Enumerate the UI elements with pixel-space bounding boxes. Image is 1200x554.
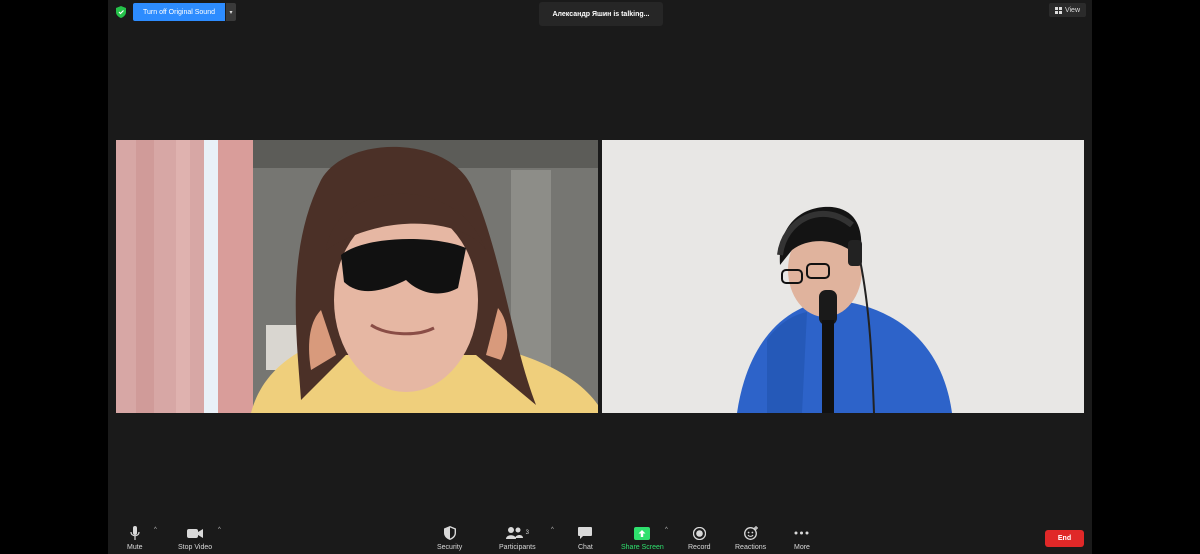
reactions-label: Reactions [735,544,767,551]
participant-video-tile-2[interactable] [602,140,1084,413]
chevron-down-icon: ▾ [229,9,233,16]
reactions-button[interactable]: Reactions [735,524,766,551]
stop-video-button[interactable]: Stop Video [178,524,212,551]
stop-video-label: Stop Video [178,544,213,551]
more-label: More [794,544,810,551]
record-label: Record [688,544,711,551]
view-label: View [1064,6,1080,14]
more-dots-icon [794,531,809,535]
video-options-caret[interactable]: ^ [218,527,221,533]
record-button[interactable]: Record [688,524,711,551]
security-shield-icon [443,526,456,540]
turn-off-original-sound-button[interactable]: Turn off Original Sound [133,3,225,21]
audio-options-caret[interactable]: ^ [154,527,157,533]
active-speaker-indicator: Александр Яшин is talking... [539,2,663,26]
share-screen-icon [634,526,651,540]
share-screen-button[interactable]: Share Screen [621,524,664,551]
participants-count: 3 [525,530,529,536]
participant-video-tile-1[interactable] [116,140,598,413]
microphone-icon [130,525,140,540]
chat-button[interactable]: Chat [578,524,593,551]
chat-label: Chat [578,544,593,551]
grid-view-icon [1054,6,1062,14]
share-screen-label: Share Screen [621,544,664,551]
participant-video-feed [602,140,1084,413]
participants-options-caret[interactable]: ^ [551,527,554,533]
mute-label: Mute [127,544,143,551]
chat-bubble-icon [578,526,593,539]
security-button[interactable]: Security [437,524,462,551]
reactions-emoji-icon [743,526,758,540]
original-sound-options-button[interactable]: ▾ [226,3,236,21]
participants-label: Participants [499,544,536,551]
share-screen-options-caret[interactable]: ^ [665,527,668,533]
more-button[interactable]: More [794,524,810,551]
participants-button[interactable]: 3 Participants [499,524,536,551]
security-label: Security [437,544,463,551]
zoom-meeting-window: Turn off Original Sound ▾ Александр Яшин… [108,0,1092,554]
view-button[interactable]: View [1048,3,1086,17]
mute-button[interactable]: Mute [127,524,143,551]
participants-icon [505,527,523,539]
video-camera-icon [187,528,204,538]
participant-video-feed [116,140,598,413]
encryption-shield-icon[interactable] [116,6,126,18]
record-icon [692,526,706,540]
end-meeting-button[interactable]: End [1045,530,1084,547]
